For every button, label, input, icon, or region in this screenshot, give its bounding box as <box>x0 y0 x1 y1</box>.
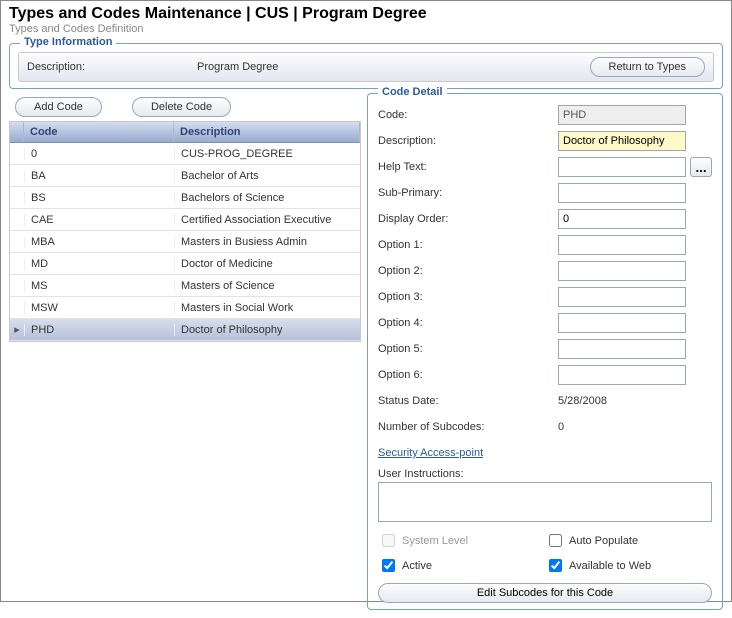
codes-grid: Code Description 0CUS-PROG_DEGREEBABache… <box>9 121 361 342</box>
option2-field[interactable] <box>558 261 686 281</box>
status-date-label: Status Date: <box>378 395 558 407</box>
system-level-checkbox <box>382 534 395 547</box>
page-title: Types and Codes Maintenance | CUS | Prog… <box>9 5 723 23</box>
row-indicator-icon: ▸ <box>10 323 24 336</box>
auto-populate-label: Auto Populate <box>569 535 638 547</box>
help-text-label: Help Text: <box>378 161 558 173</box>
available-to-web-label: Available to Web <box>569 560 651 572</box>
row-code: MSW <box>24 302 174 314</box>
edit-subcodes-button[interactable]: Edit Subcodes for this Code <box>378 583 712 603</box>
page-subtitle: Types and Codes Definition <box>9 23 723 35</box>
type-info-legend: Type Information <box>20 36 116 48</box>
option5-field[interactable] <box>558 339 686 359</box>
description-label-detail: Description: <box>378 135 558 147</box>
row-description: Certified Association Executive <box>174 214 360 226</box>
row-code: PHD <box>24 324 174 336</box>
table-row[interactable]: ▸PHDDoctor of Philosophy <box>10 319 360 341</box>
option4-field[interactable] <box>558 313 686 333</box>
table-row[interactable]: CAECertified Association Executive <box>10 209 360 231</box>
row-description: Masters in Social Work <box>174 302 360 314</box>
security-access-point-link[interactable]: Security Access-point <box>378 447 483 459</box>
option5-label: Option 5: <box>378 343 558 355</box>
display-order-label: Display Order: <box>378 213 558 225</box>
code-detail-panel: Code Detail Code: Description: Help Text… <box>367 93 723 610</box>
return-to-types-button[interactable]: Return to Types <box>590 57 705 77</box>
row-description: Masters of Science <box>174 280 360 292</box>
system-level-label: System Level <box>402 535 468 547</box>
row-description: Doctor of Philosophy <box>174 324 360 336</box>
row-description: CUS-PROG_DEGREE <box>174 148 360 160</box>
option1-field[interactable] <box>558 235 686 255</box>
row-description: Bachelor of Arts <box>174 170 360 182</box>
status-date-value: 5/28/2008 <box>558 395 607 407</box>
table-row[interactable]: 0CUS-PROG_DEGREE <box>10 143 360 165</box>
table-row[interactable]: MBAMasters in Busiess Admin <box>10 231 360 253</box>
row-code: MS <box>24 280 174 292</box>
auto-populate-checkbox[interactable] <box>549 534 562 547</box>
active-checkbox[interactable] <box>382 559 395 572</box>
help-text-field[interactable] <box>558 157 686 177</box>
sub-primary-field[interactable] <box>558 183 686 203</box>
grid-header-arrow <box>10 122 24 142</box>
table-row[interactable]: MSMasters of Science <box>10 275 360 297</box>
option6-label: Option 6: <box>378 369 558 381</box>
row-code: BA <box>24 170 174 182</box>
grid-header-code[interactable]: Code <box>24 122 174 142</box>
option3-label: Option 3: <box>378 291 558 303</box>
option2-label: Option 2: <box>378 265 558 277</box>
row-description: Bachelors of Science <box>174 192 360 204</box>
description-value: Program Degree <box>197 61 590 73</box>
description-field[interactable] <box>558 131 686 151</box>
option4-label: Option 4: <box>378 317 558 329</box>
row-code: MBA <box>24 236 174 248</box>
display-order-field[interactable] <box>558 209 686 229</box>
code-detail-legend: Code Detail <box>378 86 447 98</box>
table-row[interactable]: MDDoctor of Medicine <box>10 253 360 275</box>
code-field <box>558 105 686 125</box>
add-code-button[interactable]: Add Code <box>15 97 102 117</box>
option3-field[interactable] <box>558 287 686 307</box>
table-row[interactable]: MSWMasters in Social Work <box>10 297 360 319</box>
type-information-panel: Type Information Description: Program De… <box>9 43 723 89</box>
table-row[interactable]: BABachelor of Arts <box>10 165 360 187</box>
num-subcodes-value: 0 <box>558 421 564 433</box>
available-to-web-checkbox[interactable] <box>549 559 562 572</box>
table-row[interactable]: BSBachelors of Science <box>10 187 360 209</box>
row-description: Doctor of Medicine <box>174 258 360 270</box>
row-code: BS <box>24 192 174 204</box>
row-description: Masters in Busiess Admin <box>174 236 360 248</box>
user-instructions-field[interactable] <box>378 482 712 522</box>
code-label: Code: <box>378 109 558 121</box>
row-code: CAE <box>24 214 174 226</box>
description-label: Description: <box>27 61 197 73</box>
sub-primary-label: Sub-Primary: <box>378 187 558 199</box>
help-text-browse-button[interactable]: ... <box>690 157 712 177</box>
active-label: Active <box>402 560 432 572</box>
grid-header-description[interactable]: Description <box>174 122 360 142</box>
num-subcodes-label: Number of Subcodes: <box>378 421 558 433</box>
row-code: MD <box>24 258 174 270</box>
option6-field[interactable] <box>558 365 686 385</box>
option1-label: Option 1: <box>378 239 558 251</box>
delete-code-button[interactable]: Delete Code <box>132 97 231 117</box>
row-code: 0 <box>24 148 174 160</box>
user-instructions-label: User Instructions: <box>378 468 712 480</box>
